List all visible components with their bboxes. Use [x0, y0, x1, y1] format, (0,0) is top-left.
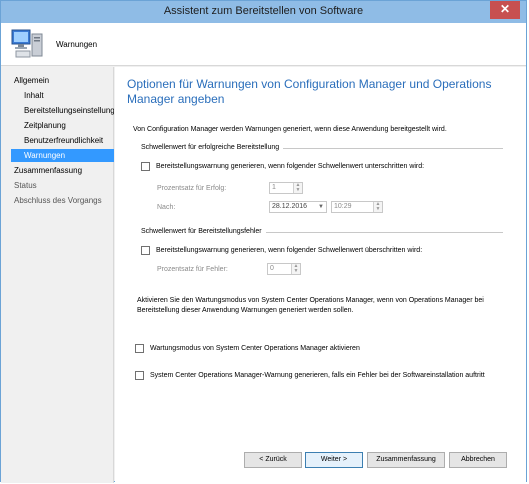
om-alert-checkbox[interactable]	[135, 370, 144, 380]
computer-icon	[11, 29, 43, 58]
nav-item-bereitstellungseinstellungen[interactable]: Bereitstellungseinstellungen	[11, 104, 114, 117]
page-heading: Optionen für Warnungen von Configuration…	[127, 77, 492, 106]
time-value: 10:29	[334, 203, 352, 210]
nav-item-inhalt[interactable]: Inhalt	[11, 89, 114, 102]
maintenance-mode-checkbox[interactable]	[135, 343, 144, 353]
success-alert-checkbox[interactable]	[141, 161, 150, 171]
maintenance-mode-checkbox-row[interactable]: Wartungsmodus von System Center Operatio…	[135, 343, 360, 353]
nav-item-zeitplanung[interactable]: Zeitplanung	[11, 119, 114, 132]
nav-item-zusammenfassung[interactable]: Zusammenfassung	[1, 164, 114, 177]
window-title: Assistent zum Bereitstellen von Software	[163, 5, 364, 17]
after-label: Nach:	[157, 204, 176, 211]
success-alert-checkbox-row[interactable]: Bereitstellungswarnung generieren, wenn …	[141, 161, 424, 171]
failure-percent-stepper[interactable]: 0 ▲ ▼	[267, 263, 301, 275]
chevron-down-icon[interactable]: ▼	[318, 202, 324, 212]
stepper-arrows-icon[interactable]: ▲ ▼	[293, 183, 302, 193]
time-stepper[interactable]: 10:29 ▲ ▼	[331, 201, 383, 213]
failure-percent-value: 0	[270, 265, 274, 272]
nav-item-abschluss: Abschluss des Vorgangs	[14, 196, 102, 205]
nav-item-status: Status	[14, 181, 37, 190]
nav-item-allgemein[interactable]: Allgemein	[1, 74, 114, 87]
nav-item-warnungen[interactable]: Warnungen	[11, 149, 114, 162]
success-threshold-group: Schwellenwert für erfolgreiche Bereitste…	[141, 144, 503, 151]
failure-threshold-group: Schwellenwert für Bereitstellungsfehler	[141, 228, 503, 235]
date-value: 28.12.2016	[272, 203, 308, 210]
intro-text: Von Configuration Manager werden Warnung…	[133, 126, 447, 133]
success-percent-label: Prozentsatz für Erfolg:	[157, 185, 227, 192]
close-button[interactable]: ✕	[490, 1, 520, 19]
stepper-arrows-icon[interactable]: ▲ ▼	[373, 202, 382, 212]
header-title: Warnungen	[56, 40, 98, 49]
maintenance-mode-checkbox-label: Wartungsmodus von System Center Operatio…	[150, 344, 360, 352]
nav-item-benutzerfreundlichkeit[interactable]: Benutzerfreundlichkeit	[11, 134, 114, 147]
title-bar[interactable]: Assistent zum Bereitstellen von Software…	[1, 1, 526, 23]
operations-manager-paragraph: Aktivieren Sie den Wartungsmodus von Sys…	[137, 297, 484, 314]
stepper-arrows-icon[interactable]: ▲ ▼	[291, 264, 300, 274]
wizard-header: Warnungen	[1, 23, 526, 66]
om-alert-checkbox-row[interactable]: System Center Operations Manager-Warnung…	[135, 370, 485, 380]
summary-button[interactable]: Zusammenfassung	[367, 452, 445, 468]
back-button[interactable]: < Zurück	[244, 452, 302, 468]
failure-alert-checkbox-label: Bereitstellungswarnung generieren, wenn …	[156, 246, 423, 254]
wizard-window: Assistent zum Bereitstellen von Software…	[0, 0, 527, 483]
failure-group-label: Schwellenwert für Bereitstellungsfehler	[141, 228, 266, 235]
failure-alert-checkbox-row[interactable]: Bereitstellungswarnung generieren, wenn …	[141, 245, 422, 255]
failure-alert-checkbox[interactable]	[141, 245, 150, 255]
success-percent-value: 1	[272, 184, 276, 191]
failure-percent-label: Prozentsatz für Fehler:	[157, 266, 228, 273]
om-alert-checkbox-label: System Center Operations Manager-Warnung…	[150, 371, 485, 379]
cancel-button[interactable]: Abbrechen	[449, 452, 507, 468]
date-picker[interactable]: 28.12.2016 ▼	[269, 201, 327, 213]
next-button[interactable]: Weiter >	[305, 452, 363, 468]
success-alert-checkbox-label: Bereitstellungswarnung generieren, wenn …	[156, 162, 425, 170]
main-panel: Optionen für Warnungen von Configuration…	[115, 67, 526, 483]
wizard-nav: Allgemein Inhalt Bereitstellungseinstell…	[1, 67, 114, 483]
success-group-label: Schwellenwert für erfolgreiche Bereitste…	[141, 144, 284, 151]
success-percent-stepper[interactable]: 1 ▲ ▼	[269, 182, 303, 194]
